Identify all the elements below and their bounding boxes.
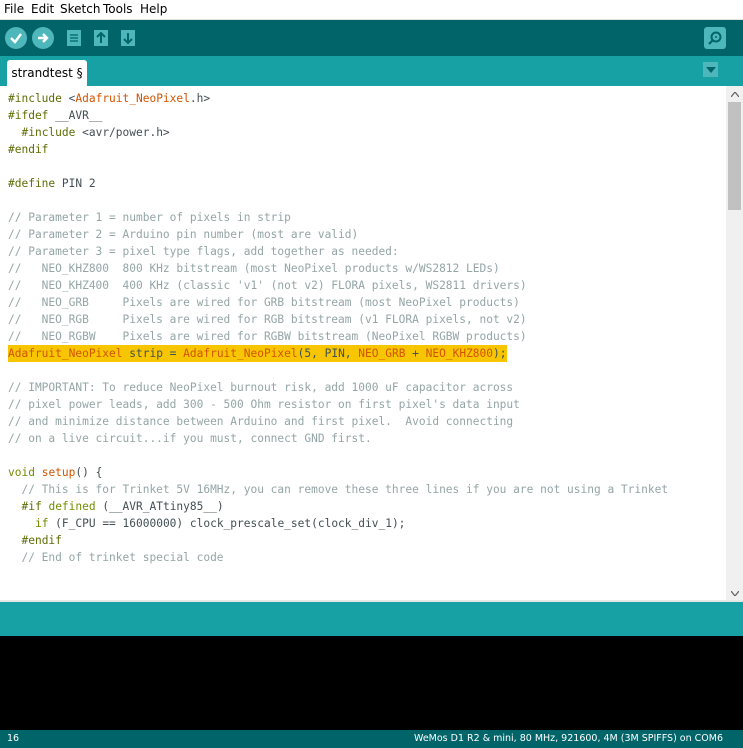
menu-sketch[interactable]: Sketch xyxy=(60,2,100,16)
tab-bar: strandtest § xyxy=(0,56,743,86)
code-line[interactable]: // IMPORTANT: To reduce NeoPixel burnout… xyxy=(8,379,668,396)
board-info: WeMos D1 R2 & mini, 80 MHz, 921600, 4M (… xyxy=(413,733,723,744)
menu-edit[interactable]: Edit xyxy=(31,2,54,16)
scrollbar-thumb[interactable] xyxy=(728,102,741,210)
code-line[interactable] xyxy=(8,192,668,209)
code-line[interactable]: Adafruit_NeoPixel strip = Adafruit_NeoPi… xyxy=(8,345,668,362)
code-line[interactable] xyxy=(8,362,668,379)
scroll-down-arrow-icon[interactable] xyxy=(726,586,743,600)
menu-file[interactable]: File xyxy=(4,2,24,16)
code-line[interactable]: #include <Adafruit_NeoPixel.h> xyxy=(8,90,668,107)
highlighted-line: Adafruit_NeoPixel strip = Adafruit_NeoPi… xyxy=(8,345,507,362)
tab-menu-button[interactable] xyxy=(703,62,718,77)
open-button[interactable] xyxy=(91,27,111,49)
code-line[interactable]: // NEO_RGB Pixels are wired for RGB bits… xyxy=(8,311,668,328)
upload-button[interactable] xyxy=(32,27,54,49)
save-arrow-down-icon xyxy=(121,30,135,46)
code-line[interactable]: void setup() { xyxy=(8,464,668,481)
serial-monitor-button[interactable] xyxy=(704,27,726,49)
toolbar xyxy=(0,20,743,56)
code-line[interactable]: // End of trinket special code xyxy=(8,549,668,566)
code-line[interactable]: // pixel power leads, add 300 - 500 Ohm … xyxy=(8,396,668,413)
code-line[interactable]: // Parameter 3 = pixel type flags, add t… xyxy=(8,243,668,260)
code-line[interactable]: #define PIN 2 xyxy=(8,175,668,192)
code-line[interactable]: #include <avr/power.h> xyxy=(8,124,668,141)
magnifier-icon xyxy=(708,31,722,45)
tab-strandtest[interactable]: strandtest § xyxy=(7,60,87,86)
menu-help[interactable]: Help xyxy=(140,2,167,16)
code-line[interactable]: #endif xyxy=(8,532,668,549)
footer-bar: 16 WeMos D1 R2 & mini, 80 MHz, 921600, 4… xyxy=(0,730,743,748)
menu-bar: File Edit Sketch Tools Help xyxy=(0,0,743,20)
code-line[interactable]: // on a live circuit...if you must, conn… xyxy=(8,430,668,447)
open-arrow-up-icon xyxy=(94,30,108,46)
menu-tools[interactable]: Tools xyxy=(103,2,133,16)
new-button[interactable] xyxy=(64,27,84,49)
scroll-up-arrow-icon[interactable] xyxy=(726,87,743,101)
code-text[interactable]: #include <Adafruit_NeoPixel.h> #ifdef __A… xyxy=(8,90,668,566)
arrow-right-icon xyxy=(38,33,49,43)
code-line[interactable]: #if defined (__AVR_ATtiny85__) xyxy=(8,498,668,515)
code-line[interactable]: // and minimize distance between Arduino… xyxy=(8,413,668,430)
status-bar xyxy=(0,602,743,636)
checkmark-icon xyxy=(10,33,22,44)
new-file-icon xyxy=(67,30,81,46)
code-editor[interactable]: #include <Adafruit_NeoPixel.h> #ifdef __A… xyxy=(0,86,726,602)
code-line[interactable]: #endif xyxy=(8,141,668,158)
vertical-scrollbar[interactable] xyxy=(726,86,743,602)
code-line[interactable]: // This is for Trinket 5V 16MHz, you can… xyxy=(8,481,668,498)
console-output[interactable] xyxy=(0,636,743,730)
code-line[interactable]: if (F_CPU == 16000000) clock_prescale_se… xyxy=(8,515,668,532)
code-line[interactable]: // NEO_KHZ800 800 KHz bitstream (most Ne… xyxy=(8,260,668,277)
code-line[interactable]: // NEO_KHZ400 400 KHz (classic 'v1' (not… xyxy=(8,277,668,294)
code-line[interactable]: // Parameter 2 = Arduino pin number (mos… xyxy=(8,226,668,243)
code-line[interactable]: // NEO_GRB Pixels are wired for GRB bits… xyxy=(8,294,668,311)
chevron-down-icon xyxy=(705,66,716,73)
code-line[interactable] xyxy=(8,447,668,464)
code-line[interactable]: #ifdef __AVR__ xyxy=(8,107,668,124)
code-line[interactable]: // Parameter 1 = number of pixels in str… xyxy=(8,209,668,226)
code-line[interactable] xyxy=(8,158,668,175)
line-number: 16 xyxy=(7,733,20,744)
verify-button[interactable] xyxy=(5,27,27,49)
save-button[interactable] xyxy=(118,27,138,49)
code-line[interactable]: // NEO_RGBW Pixels are wired for RGBW bi… xyxy=(8,328,668,345)
